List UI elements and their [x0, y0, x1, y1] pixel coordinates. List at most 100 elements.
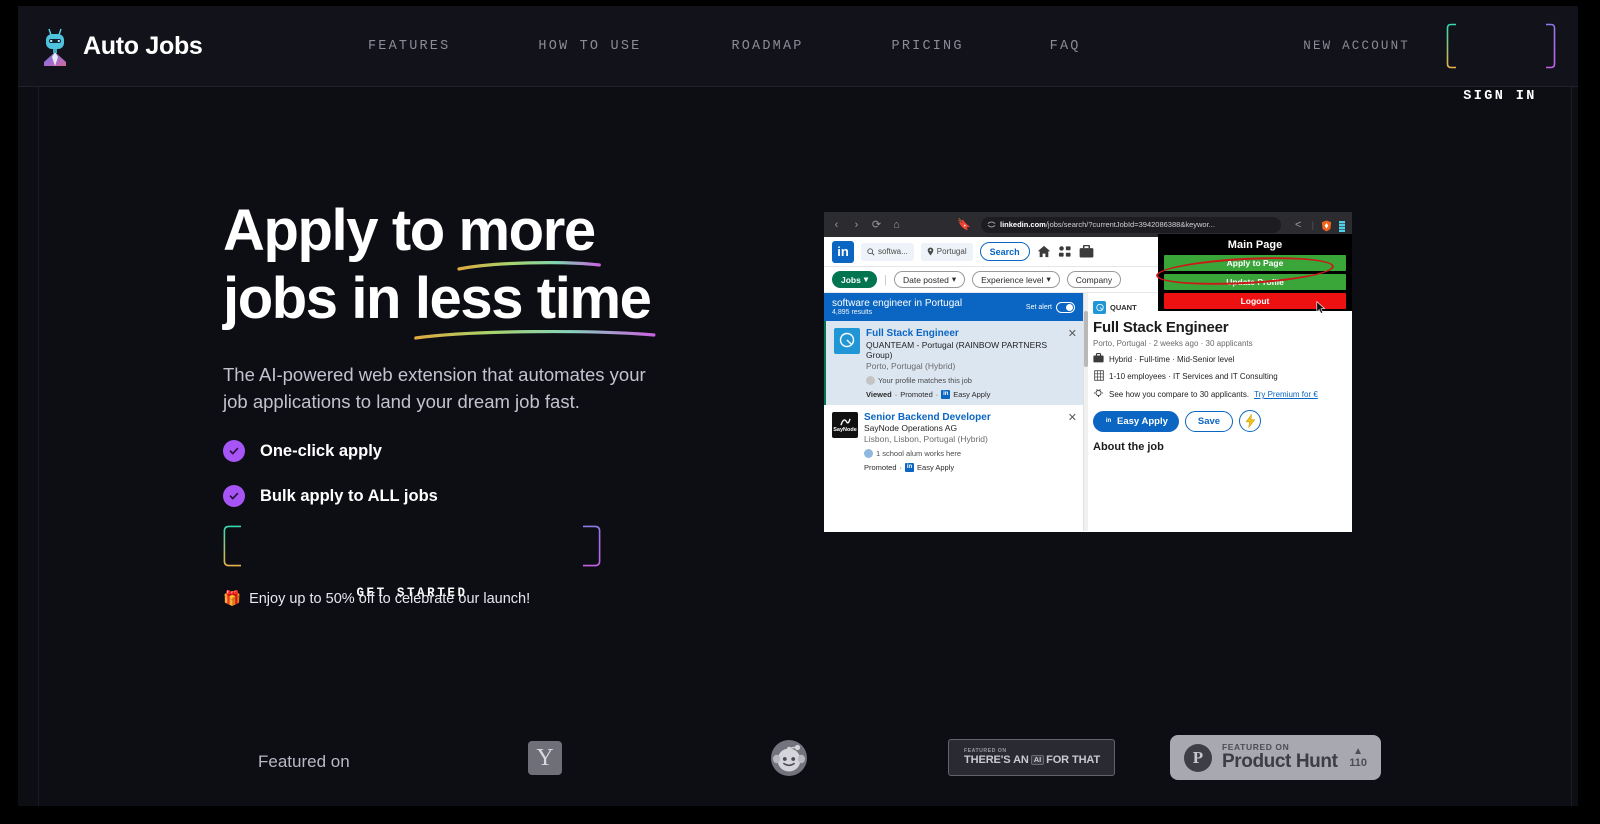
lightning-bolt-icon[interactable] [1239, 410, 1262, 432]
page-title: Apply to more jobs in less time [223, 197, 783, 340]
job-footer: Viewed · Promoted · in Easy Apply [866, 389, 991, 399]
address-bar[interactable]: linkedin.com/jobs/search/?currentJobId=3… [981, 216, 1281, 233]
headline-emphasis-less-time: less time [414, 265, 656, 340]
jobs-icon[interactable] [1079, 245, 1094, 258]
set-alert-toggle[interactable]: Set alert [1025, 301, 1075, 313]
lightbulb-icon [1093, 388, 1104, 401]
network-icon[interactable] [1058, 245, 1072, 258]
dismiss-job-icon[interactable]: ✕ [1068, 411, 1077, 424]
detail-compare-text: See how you compare to 30 applicants. [1109, 390, 1250, 399]
product-screenshot: ‹ › ⟳ ⌂ 🔖 linkedin.com/jobs/search/?curr… [824, 212, 1352, 532]
brand-logo[interactable]: Auto Jobs [40, 26, 340, 66]
feature-label: One-click apply [260, 441, 382, 460]
job-location: Lisbon, Lisbon, Portugal (Hybrid) [864, 433, 988, 444]
job-list-item[interactable]: Full Stack Engineer QUANTEAM - Portugal … [824, 321, 1083, 405]
linkedin-body: software engineer in Portugal 4,895 resu… [824, 293, 1352, 531]
filter-experience-level[interactable]: Experience level ▾ [972, 271, 1060, 288]
filter-company[interactable]: Company [1066, 271, 1122, 288]
hacker-news-icon[interactable]: Y [528, 741, 562, 775]
headline-part-2: jobs in [223, 266, 415, 332]
save-job-button[interactable]: Save [1184, 410, 1234, 432]
brave-shield-icon[interactable] [1321, 219, 1332, 232]
get-started-button[interactable]: GET STARTED [223, 525, 601, 600]
headline-part-1: Apply to [223, 198, 459, 263]
product-hunt-vote[interactable]: ▲ 110 [1349, 746, 1367, 769]
detail-company-name: QUANT [1110, 303, 1137, 312]
nav-item-faq[interactable]: FAQ [1050, 39, 1081, 54]
detail-scrollbar[interactable] [1084, 293, 1088, 531]
job-title[interactable]: Senior Backend Developer [864, 412, 991, 424]
window-frame-bottom [0, 806, 1600, 824]
detail-company-size-row: 1-10 employees · IT Services and IT Cons… [1093, 370, 1343, 383]
reddit-icon[interactable] [770, 739, 808, 777]
easy-apply-button[interactable]: in Easy Apply [1093, 410, 1179, 432]
job-match-note: Your profile matches this job [866, 375, 1075, 385]
window-frame-left [0, 0, 18, 824]
detail-compare-row: See how you compare to 30 applicants. Tr… [1093, 388, 1343, 401]
hero-subtitle: The AI-powered web extension that automa… [223, 364, 646, 413]
check-circle-icon [223, 485, 245, 507]
feature-item-one-click-apply: One-click apply [223, 440, 382, 462]
company-logo-text: SayNode [833, 426, 857, 433]
detail-subline: Porto, Portugal · 2 weeks ago · 30 appli… [1093, 339, 1253, 348]
url-path: /jobs/search/?currentJobId=3942086388&ke… [1045, 220, 1215, 229]
home-icon[interactable] [1037, 245, 1051, 258]
alert-toggle-switch[interactable] [1056, 301, 1075, 313]
job-company: QUANTEAM - Portugal (RAINBOW PARTNERS Gr… [866, 339, 1048, 361]
taft-text: FEATURED ON THERE'S AN AI FOR THAT [964, 749, 1100, 765]
nav-item-pricing[interactable]: PRICING [892, 39, 964, 54]
filter-date-posted[interactable]: Date posted ▾ [893, 271, 966, 288]
back-icon[interactable]: ‹ [830, 219, 843, 231]
extension-icon[interactable] [1338, 219, 1346, 232]
building-icon [1093, 370, 1104, 383]
detail-action-buttons: in Easy Apply Save [1093, 410, 1343, 432]
job-promoted: Promoted [900, 389, 933, 399]
avatar [864, 448, 873, 458]
home-icon[interactable]: ⌂ [890, 219, 903, 231]
search-icon [867, 247, 875, 256]
sign-in-button[interactable]: SIGN IN [1446, 23, 1556, 104]
keyword-search-input[interactable]: softwa... [861, 242, 914, 261]
new-account-link[interactable]: NEW ACCOUNT [1303, 39, 1410, 53]
job-list-item[interactable]: SayNode Senior Backend Developer SayNode… [824, 405, 1083, 478]
reload-icon[interactable]: ⟳ [870, 218, 883, 231]
cursor-icon [1316, 300, 1326, 317]
product-hunt-badge[interactable]: P FEATURED ON Product Hunt ▲ 110 [1170, 735, 1381, 780]
share-icon[interactable]: < [1292, 219, 1305, 231]
upvote-caret-icon: ▲ [1353, 745, 1364, 757]
job-title[interactable]: Full Stack Engineer [866, 328, 1075, 340]
location-search-input[interactable]: Portugal [920, 242, 973, 261]
forward-icon[interactable]: › [850, 219, 863, 231]
window-frame-top [0, 0, 1600, 6]
nav-item-how-to-use[interactable]: HOW TO USE [538, 39, 641, 54]
sync-icon [987, 221, 996, 228]
job-results-list: software engineer in Portugal 4,895 resu… [824, 293, 1084, 531]
extension-title: Main Page [1227, 239, 1283, 251]
scrollbar-thumb[interactable] [1084, 311, 1088, 367]
bookmark-icon[interactable]: 🔖 [957, 218, 971, 231]
url-text: linkedin.com/jobs/search/?currentJobId=3… [1000, 220, 1215, 229]
try-premium-link[interactable]: Try Premium for € [1254, 390, 1318, 399]
featured-on-strip: Featured on Y FEATURED ON THERE'S AN AI … [18, 727, 1578, 807]
about-the-job-heading: About the job [1093, 441, 1164, 453]
job-easy-apply: Easy Apply [953, 389, 991, 399]
linkedin-logo-icon[interactable]: in [832, 240, 854, 263]
nav-item-roadmap[interactable]: ROADMAP [731, 39, 803, 54]
hacker-news-mark: Y [536, 744, 554, 771]
theres-an-ai-for-that-badge[interactable]: FEATURED ON THERE'S AN AI FOR THAT [948, 739, 1115, 776]
product-hunt-icon: P [1184, 743, 1212, 772]
detail-size-text: 1-10 employees · IT Services and IT Cons… [1109, 372, 1278, 381]
upvote-count: 110 [1349, 756, 1367, 769]
extension-popup: Main Page Apply to Page Update Profile L… [1155, 234, 1352, 314]
set-alert-label: Set alert [1025, 303, 1052, 311]
chevron-down-icon: ▾ [863, 274, 869, 284]
job-company: SayNode Operations AG [864, 423, 958, 434]
filter-jobs[interactable]: Jobs ▾ [832, 271, 878, 288]
dismiss-job-icon[interactable]: ✕ [1068, 327, 1077, 340]
nav-item-features[interactable]: FEATURES [368, 39, 450, 54]
detail-work-row: Hybrid · Full-time · Mid-Senior level [1093, 353, 1343, 365]
search-button[interactable]: Search [979, 242, 1030, 261]
job-alum-note: 1 school alum works here [864, 448, 991, 458]
check-circle-icon [223, 440, 245, 462]
location-pin-icon [927, 247, 934, 256]
